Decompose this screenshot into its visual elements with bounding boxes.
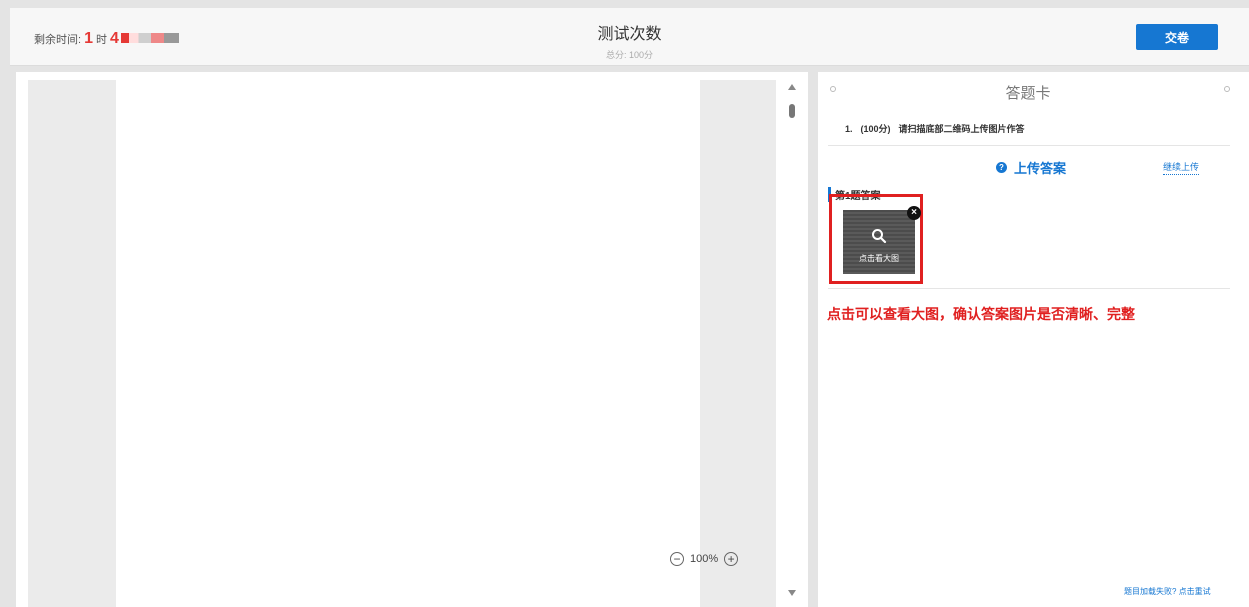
- viewer-left-margin: [28, 80, 116, 607]
- zoom-out-icon[interactable]: −: [670, 552, 684, 566]
- search-icon: [872, 229, 887, 244]
- zoom-in-icon[interactable]: +: [724, 552, 739, 566]
- total-score: 总分: 100分: [605, 50, 654, 60]
- question-score: (100分): [860, 124, 891, 134]
- exam-header: 剩余时间: 1 时 4 测试次数 总分: 100分 交卷: [10, 8, 1249, 66]
- answer-card-title: 答题卡: [1005, 85, 1051, 102]
- zoom-control: − 100% +: [670, 552, 739, 566]
- page-title: 测试次数: [597, 26, 662, 43]
- exam-page: 剩余时间: 1 时 4 测试次数 总分: 100分 交卷 − 100% + 答题…: [0, 0, 1249, 607]
- question-viewer: − 100% +: [16, 72, 808, 607]
- title-block: 测试次数 总分: 100分: [10, 20, 1249, 61]
- answer-card: 答题卡 1. (100分) 请扫描底部二维码上传图片作答 ? 上传答案 继续上传 第…: [818, 72, 1249, 607]
- close-icon[interactable]: ×: [907, 206, 921, 220]
- continue-upload-link[interactable]: 继续上传: [1163, 160, 1200, 175]
- question-number: 1.: [845, 124, 853, 134]
- submit-exam-button[interactable]: 交卷: [1136, 24, 1218, 50]
- upload-answer-label: 上传答案: [1014, 161, 1067, 176]
- scroll-down-arrow-icon[interactable]: [788, 590, 796, 596]
- question-text: 请扫描底部二维码上传图片作答: [898, 124, 1025, 134]
- divider: [828, 288, 1230, 289]
- zoom-level: 100%: [690, 553, 719, 565]
- scroll-thumb[interactable]: [789, 104, 795, 118]
- upload-answer-heading: ? 上传答案: [996, 158, 1066, 177]
- annotation-hint: 点击可以查看大图，确认答案图片是否清晰、完整: [827, 307, 1135, 323]
- divider: [828, 145, 1230, 146]
- thumbnail-caption: 点击看大图: [859, 254, 899, 263]
- viewer-right-margin: [700, 80, 776, 607]
- reload-question-link[interactable]: 题目加载失败? 点击重试: [1124, 586, 1211, 597]
- viewer-scrollbar[interactable]: [786, 80, 800, 607]
- scroll-up-arrow-icon[interactable]: [788, 84, 796, 90]
- answer-thumbnail[interactable]: 点击看大图 ×: [843, 206, 921, 274]
- help-icon[interactable]: ?: [996, 162, 1007, 173]
- answer-thumbnail-highlight: 点击看大图 ×: [829, 194, 923, 284]
- question-item[interactable]: 1. (100分) 请扫描底部二维码上传图片作答: [845, 122, 1033, 135]
